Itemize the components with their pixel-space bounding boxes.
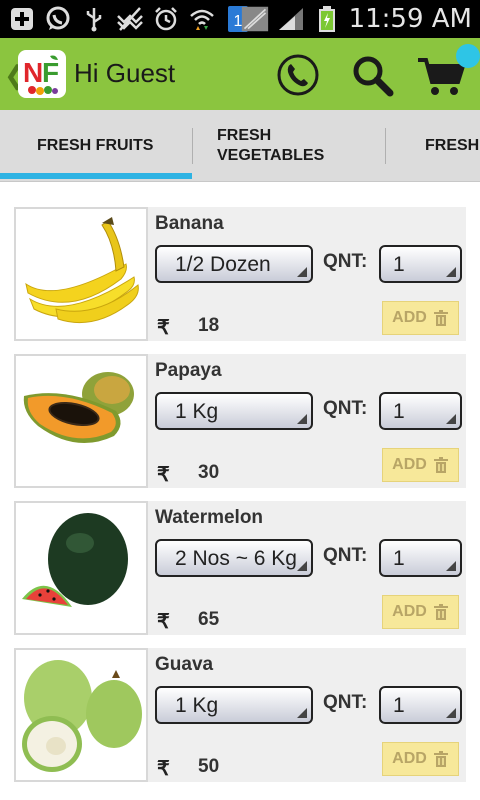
dropdown-corner-icon: [297, 414, 307, 424]
wifi-icon: [188, 5, 216, 33]
tab-label-line2: VEGETABLES: [217, 147, 325, 164]
unit-dropdown[interactable]: 1/2 Dozen: [155, 245, 313, 283]
product-image-watermelon[interactable]: [14, 501, 148, 635]
add-label: ADD: [392, 750, 427, 767]
add-label: ADD: [392, 309, 427, 326]
add-label: ADD: [392, 456, 427, 473]
product-card: Watermelon 2 Nos ~ 6 Kg QNT: 1 ₹ 65 ADD: [14, 501, 466, 635]
product-name: Guava: [155, 654, 214, 675]
alarm-icon: [152, 5, 180, 33]
product-card: Guava 1 Kg QNT: 1 ₹ 50 ADD: [14, 648, 466, 782]
quantity-dropdown[interactable]: 1: [379, 245, 462, 283]
rupee-icon: ₹: [157, 611, 170, 633]
trash-icon: [433, 751, 448, 767]
action-bar: ❮ N F Hi Guest: [0, 38, 480, 110]
tab-fresh-more[interactable]: FRESH: [425, 110, 480, 182]
product-image-papaya[interactable]: [14, 354, 148, 488]
tab-divider: [385, 128, 386, 164]
product-card: Papaya 1 Kg QNT: 1 ₹ 30 ADD: [14, 354, 466, 488]
product-image-banana[interactable]: [14, 207, 148, 341]
search-button[interactable]: [345, 48, 399, 102]
product-image-guava[interactable]: [14, 648, 148, 782]
unit-value: 2 Nos ~ 6 Kg: [175, 547, 297, 570]
add-to-cart-button[interactable]: ADD: [382, 301, 459, 335]
no-signal-icon: [241, 5, 269, 33]
dropdown-corner-icon: [446, 267, 456, 277]
add-to-cart-button[interactable]: ADD: [382, 448, 459, 482]
whatsapp-icon: [44, 5, 72, 33]
clock: 11:59 AM: [348, 4, 472, 34]
dropdown-corner-icon: [297, 561, 307, 571]
svg-text:N: N: [23, 57, 43, 88]
search-icon: [353, 56, 394, 97]
trash-icon: [433, 310, 448, 326]
notification-icons: 1: [8, 4, 252, 34]
unit-dropdown[interactable]: 1 Kg: [155, 392, 313, 430]
quantity-label: QNT:: [323, 692, 368, 713]
product-price: 50: [198, 756, 220, 777]
dropdown-corner-icon: [297, 708, 307, 718]
rupee-icon: ₹: [157, 464, 170, 486]
product-list[interactable]: Banana 1/2 Dozen QNT: 1 ₹ 18 ADD Papaya …: [0, 182, 480, 800]
quantity-value: 1: [393, 253, 405, 276]
quantity-label: QNT:: [323, 398, 368, 419]
quantity-label: QNT:: [323, 545, 368, 566]
product-price: 65: [198, 609, 220, 630]
unit-dropdown[interactable]: 1 Kg: [155, 686, 313, 724]
product-price: 30: [198, 462, 220, 483]
unit-value: 1 Kg: [175, 400, 219, 423]
quantity-dropdown[interactable]: 1: [379, 686, 462, 724]
svg-text:F: F: [42, 57, 59, 88]
signal-icon: [277, 5, 305, 33]
trash-icon: [433, 604, 448, 620]
tab-divider: [192, 128, 193, 164]
trash-icon: [433, 457, 448, 473]
dropdown-corner-icon: [446, 708, 456, 718]
quantity-label: QNT:: [323, 251, 368, 272]
tab-label: FRESH: [217, 127, 272, 144]
unit-value: 1 Kg: [175, 694, 219, 717]
usb-icon: [80, 5, 108, 33]
rupee-icon: ₹: [157, 758, 170, 780]
status-bar: 1 11:59 AM: [0, 0, 480, 38]
phone-button[interactable]: [271, 48, 325, 102]
unit-value: 1/2 Dozen: [175, 253, 271, 276]
tab-selected-indicator: [0, 173, 192, 179]
dropdown-corner-icon: [446, 414, 456, 424]
add-to-cart-button[interactable]: ADD: [382, 595, 459, 629]
add-icon: [8, 5, 36, 33]
dropdown-corner-icon: [446, 561, 456, 571]
rupee-icon: ₹: [157, 317, 170, 339]
add-label: ADD: [392, 603, 427, 620]
system-icons: 11:59 AM: [241, 0, 472, 38]
tab-label: FRESH: [425, 137, 480, 154]
product-name: Papaya: [155, 360, 222, 381]
cart-badge[interactable]: [456, 44, 480, 68]
product-card: Banana 1/2 Dozen QNT: 1 ₹ 18 ADD: [14, 207, 466, 341]
dropdown-corner-icon: [297, 267, 307, 277]
quantity-value: 1: [393, 400, 405, 423]
signal-blocked-icon: [116, 5, 144, 33]
product-price: 18: [198, 315, 220, 336]
page-title: Hi Guest: [74, 58, 176, 88]
tab-fresh-vegetables[interactable]: FRESH VEGETABLES: [217, 110, 324, 182]
quantity-value: 1: [393, 547, 405, 570]
tab-fresh-fruits[interactable]: FRESH FRUITS: [37, 110, 153, 182]
product-name: Watermelon: [155, 507, 264, 528]
quantity-value: 1: [393, 694, 405, 717]
battery-charging-icon: [313, 5, 341, 33]
add-to-cart-button[interactable]: ADD: [382, 742, 459, 776]
tab-label: FRESH FRUITS: [37, 137, 154, 154]
quantity-dropdown[interactable]: 1: [379, 392, 462, 430]
category-tabs: FRESH FRUITS FRESH VEGETABLES FRESH: [0, 110, 480, 182]
unit-dropdown[interactable]: 2 Nos ~ 6 Kg: [155, 539, 313, 577]
quantity-dropdown[interactable]: 1: [379, 539, 462, 577]
phone-icon: [277, 54, 319, 96]
app-logo[interactable]: N F: [18, 50, 66, 98]
product-name: Banana: [155, 213, 224, 234]
